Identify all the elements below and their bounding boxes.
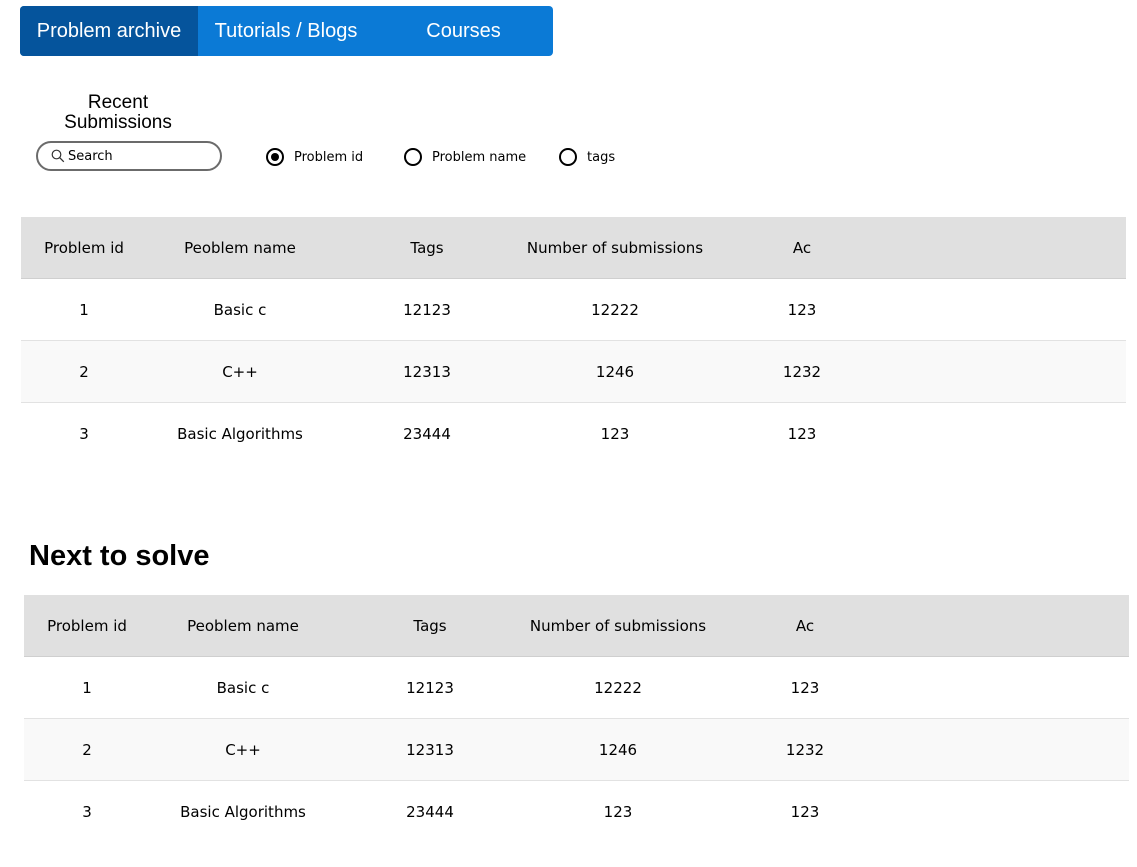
header-submissions[interactable]: Number of submissions (530, 617, 706, 635)
search-box[interactable] (36, 141, 222, 171)
cell-submissions: 1246 (595, 362, 635, 381)
cell-ac: 123 (787, 300, 817, 319)
cell-ac: 123 (790, 802, 820, 821)
next-to-solve-title: Next to solve (29, 540, 210, 572)
header-problem-name[interactable]: Peoblem name (187, 617, 299, 635)
next-to-solve-table: Problem id Peoblem name Tags Number of s… (24, 595, 1129, 842)
cell-submissions: 123 (600, 424, 630, 443)
cell-problem-id: 1 (79, 300, 89, 319)
table-row[interactable]: 2 C++ 12313 1246 1232 (24, 719, 1129, 781)
radio-label: tags (587, 149, 616, 165)
table-header-row: Problem id Peoblem name Tags Number of s… (24, 595, 1129, 657)
tab-tutorials-blogs[interactable]: Tutorials / Blogs (198, 6, 374, 56)
cell-ac: 123 (787, 424, 817, 443)
cell-submissions: 12222 (591, 300, 639, 319)
radio-problem-name[interactable]: Problem name (404, 148, 526, 166)
cell-tags: 12313 (406, 740, 454, 759)
table-row[interactable]: 1 Basic c 12123 12222 123 (21, 279, 1126, 341)
recent-submissions-table: Problem id Peoblem name Tags Number of s… (21, 217, 1126, 464)
cell-problem-name[interactable]: Basic c (214, 301, 267, 319)
cell-ac: 123 (790, 678, 820, 697)
tab-problem-archive[interactable]: Problem archive (20, 6, 198, 56)
cell-submissions: 1246 (598, 740, 638, 759)
cell-problem-id: 3 (79, 424, 89, 443)
cell-problem-name[interactable]: C++ (222, 363, 258, 381)
table-header-row: Problem id Peoblem name Tags Number of s… (21, 217, 1126, 279)
search-input[interactable] (68, 148, 208, 164)
table-row[interactable]: 1 Basic c 12123 12222 123 (24, 657, 1129, 719)
cell-problem-name[interactable]: Basic c (217, 679, 270, 697)
cell-submissions: 123 (603, 802, 633, 821)
header-submissions[interactable]: Number of submissions (527, 239, 703, 257)
radio-label: Problem name (432, 149, 527, 165)
cell-tags: 23444 (403, 424, 451, 443)
cell-problem-id: 3 (82, 802, 92, 821)
cell-ac: 1232 (785, 740, 825, 759)
radio-circle[interactable] (404, 148, 422, 166)
header-tags[interactable]: Tags (413, 617, 446, 635)
cell-tags: 12123 (406, 678, 454, 697)
cell-problem-id: 2 (82, 740, 92, 759)
header-problem-id[interactable]: Problem id (44, 239, 124, 257)
header-tags[interactable]: Tags (410, 239, 443, 257)
search-icon (51, 149, 65, 163)
table-row[interactable]: 3 Basic Algorithms 23444 123 123 (24, 781, 1129, 842)
cell-tags: 12123 (403, 300, 451, 319)
radio-label: Problem id (294, 149, 364, 165)
cell-problem-id: 2 (79, 362, 89, 381)
cell-submissions: 12222 (594, 678, 642, 697)
radio-problem-id[interactable]: Problem id (266, 148, 363, 166)
main-nav: Problem archive Tutorials / Blogs Course… (20, 6, 553, 56)
radio-circle[interactable] (559, 148, 577, 166)
radio-tags[interactable]: tags (559, 148, 615, 166)
header-problem-name[interactable]: Peoblem name (184, 239, 296, 257)
header-ac[interactable]: Ac (796, 617, 814, 635)
radio-circle-checked[interactable] (266, 148, 284, 166)
cell-problem-name[interactable]: Basic Algorithms (180, 803, 306, 821)
cell-ac: 1232 (782, 362, 822, 381)
cell-tags: 23444 (406, 802, 454, 821)
table-row[interactable]: 3 Basic Algorithms 23444 123 123 (21, 403, 1126, 464)
header-problem-id[interactable]: Problem id (47, 617, 127, 635)
table-row[interactable]: 2 C++ 12313 1246 1232 (21, 341, 1126, 403)
header-ac[interactable]: Ac (793, 239, 811, 257)
cell-problem-id: 1 (82, 678, 92, 697)
recent-submissions-title: Recent Submissions (64, 92, 172, 133)
tab-courses[interactable]: Courses (374, 6, 553, 56)
cell-tags: 12313 (403, 362, 451, 381)
cell-problem-name[interactable]: C++ (225, 741, 261, 759)
cell-problem-name[interactable]: Basic Algorithms (177, 425, 303, 443)
